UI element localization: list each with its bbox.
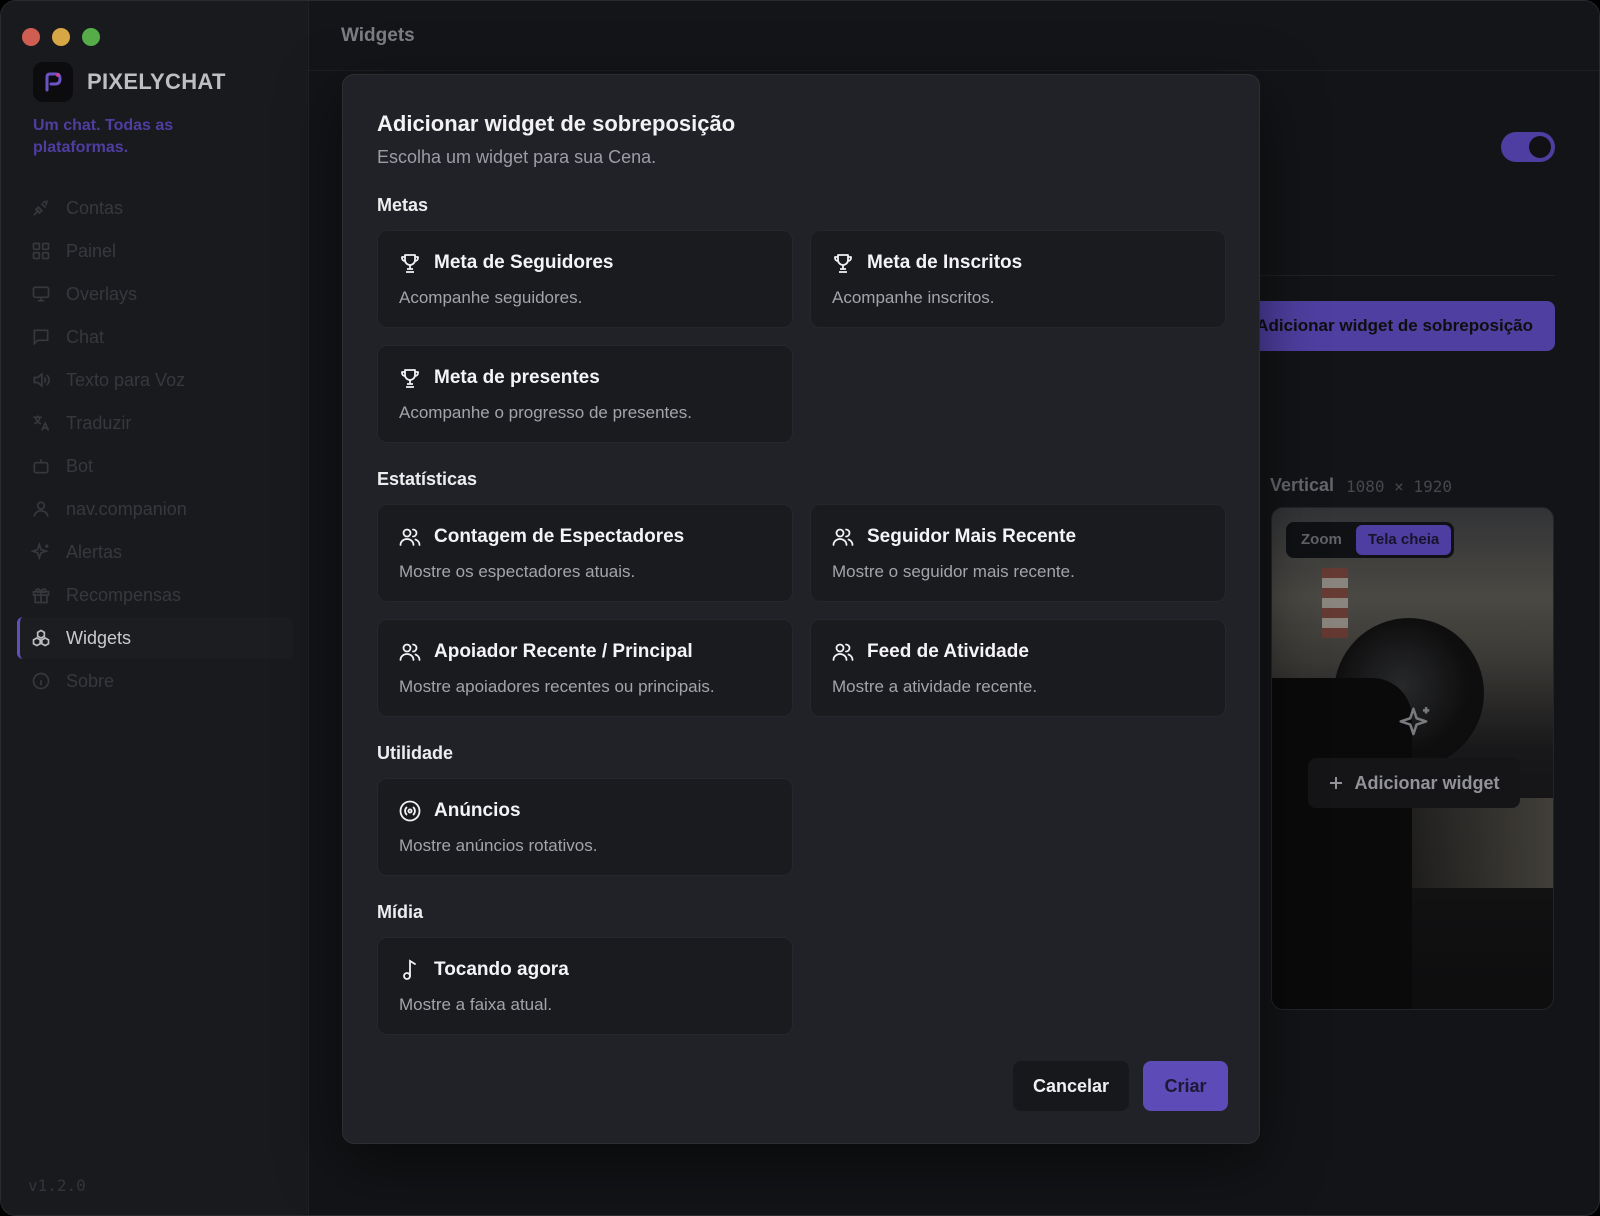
widget-card-meta-presentes[interactable]: Meta de presentes Acompanhe o progresso … [377, 345, 793, 443]
widget-card-title: Tocando agora [434, 959, 569, 980]
widget-card-apoiador-recente[interactable]: Apoiador Recente / Principal Mostre apoi… [377, 619, 793, 717]
widget-card-seguidor-recente[interactable]: Seguidor Mais Recente Mostre o seguidor … [810, 504, 1226, 602]
widget-card-description: Mostre anúncios rotativos. [399, 836, 598, 855]
cancel-button[interactable]: Cancelar [1013, 1061, 1129, 1111]
add-widget-dialog: Adicionar widget de sobreposição Escolha… [342, 74, 1260, 1144]
widget-card-description: Mostre o seguidor mais recente. [832, 562, 1075, 581]
widget-card-feed-atividade[interactable]: Feed de Atividade Mostre a atividade rec… [810, 619, 1226, 717]
widget-card-title: Anúncios [434, 800, 521, 821]
widget-card-title: Meta de Seguidores [434, 252, 614, 273]
users-icon [832, 643, 854, 661]
users-icon [399, 643, 421, 661]
widget-card-description: Mostre os espectadores atuais. [399, 562, 636, 581]
trophy-icon [834, 254, 852, 273]
widget-card-title: Apoiador Recente / Principal [434, 641, 693, 662]
widget-card-title: Meta de Inscritos [867, 252, 1023, 273]
section-title-metas: Metas [377, 195, 429, 215]
widget-card-description: Mostre a atividade recente. [832, 677, 1038, 696]
music-note-icon [403, 959, 416, 980]
widget-card-title: Meta de presentes [434, 367, 600, 388]
widget-card-tocando-agora[interactable]: Tocando agora Mostre a faixa atual. [377, 937, 793, 1035]
widget-card-anuncios[interactable]: Anúncios Mostre anúncios rotativos. [377, 778, 793, 876]
section-title-estatisticas: Estatísticas [377, 469, 478, 489]
dialog-subtitle: Escolha um widget para sua Cena. [377, 147, 657, 167]
widget-card-meta-seguidores[interactable]: Meta de Seguidores Acompanhe seguidores. [377, 230, 793, 328]
widget-card-meta-inscritos[interactable]: Meta de Inscritos Acompanhe inscritos. [810, 230, 1226, 328]
widget-card-title: Seguidor Mais Recente [867, 526, 1077, 547]
section-title-midia: Mídia [377, 902, 424, 922]
widget-card-title: Contagem de Espectadores [434, 526, 685, 547]
users-icon [399, 528, 421, 546]
widget-card-description: Acompanhe o progresso de presentes. [399, 403, 692, 422]
broadcast-icon [399, 800, 421, 822]
widget-card-description: Mostre a faixa atual. [399, 995, 553, 1014]
users-icon [832, 528, 854, 546]
widget-card-description: Acompanhe seguidores. [399, 288, 583, 307]
section-title-utilidade: Utilidade [377, 743, 454, 763]
widget-card-title: Feed de Atividade [867, 641, 1029, 662]
widget-card-description: Acompanhe inscritos. [832, 288, 995, 307]
app-window: PIXELYCHAT Um chat. Todas as plataformas… [0, 0, 1600, 1216]
widget-card-contagem-espectadores[interactable]: Contagem de Espectadores Mostre os espec… [377, 504, 793, 602]
create-button[interactable]: Criar [1143, 1061, 1228, 1111]
widget-card-description: Mostre apoiadores recentes ou principais… [399, 677, 715, 696]
dialog-title: Adicionar widget de sobreposição [377, 111, 736, 136]
trophy-icon [401, 254, 419, 273]
trophy-icon [401, 369, 419, 388]
